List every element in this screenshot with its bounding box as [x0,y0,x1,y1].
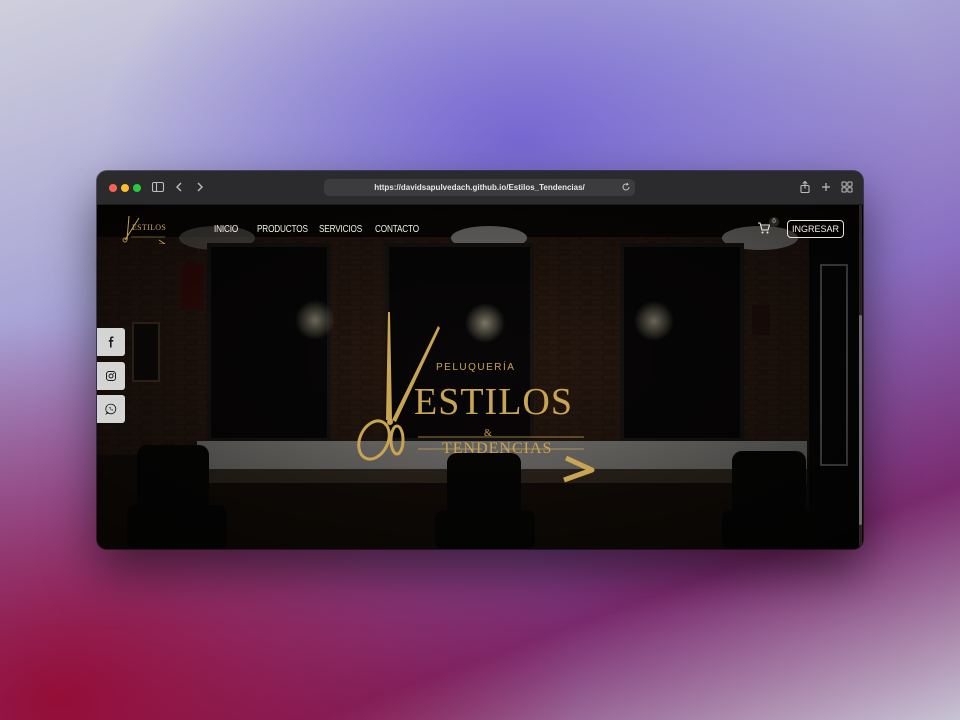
nav-link-contacto[interactable]: CONTACTO [375,224,419,235]
site-logo[interactable]: ESTILOS [121,214,169,244]
hero-kicker: PELUQUERÍA [436,362,516,373]
login-button[interactable]: INGRESAR [787,220,844,238]
minimize-window-button[interactable] [121,184,129,192]
new-tab-icon[interactable] [819,180,833,194]
nav-link-inicio[interactable]: INICIO [214,224,238,235]
browser-window: https://davidsapulvedach.github.io/Estil… [97,171,863,549]
sidebar-toggle-icon[interactable] [151,180,165,194]
reload-icon[interactable] [621,182,631,192]
hero-subtitle: TENDENCIAS [442,440,553,457]
url-text: https://davidsapulvedach.github.io/Estil… [374,183,585,192]
page-scrollbar-thumb[interactable] [859,315,862,525]
address-bar[interactable]: https://davidsapulvedach.github.io/Estil… [324,179,635,196]
hero-ampersand: & [484,428,492,439]
nav-link-servicios[interactable]: SERVICIOS [319,224,362,235]
logo-text: ESTILOS [132,223,167,232]
nav-link-productos[interactable]: PRODUCTOS [257,224,308,235]
maximize-window-button[interactable] [133,184,141,192]
browser-toolbar: https://davidsapulvedach.github.io/Estil… [97,171,863,205]
facebook-icon [108,336,114,348]
instagram-button[interactable] [97,362,125,390]
whatsapp-button[interactable] [97,395,125,423]
instagram-icon [106,371,116,381]
hero-logo: PELUQUERÍA ESTILOS & TENDENCIAS [352,310,602,485]
hero-title: ESTILOS [414,381,573,423]
cart-count-badge: 0 [769,217,779,227]
share-icon[interactable] [798,180,812,194]
whatsapp-icon [105,403,117,415]
facebook-button[interactable] [97,328,125,356]
close-window-button[interactable] [109,184,117,192]
web-page: ESTILOS INICIO PRODUCTOS SERVICIOS CONTA… [97,205,863,549]
back-icon[interactable] [172,180,186,194]
tab-overview-icon[interactable] [840,180,854,194]
forward-icon[interactable] [193,180,207,194]
